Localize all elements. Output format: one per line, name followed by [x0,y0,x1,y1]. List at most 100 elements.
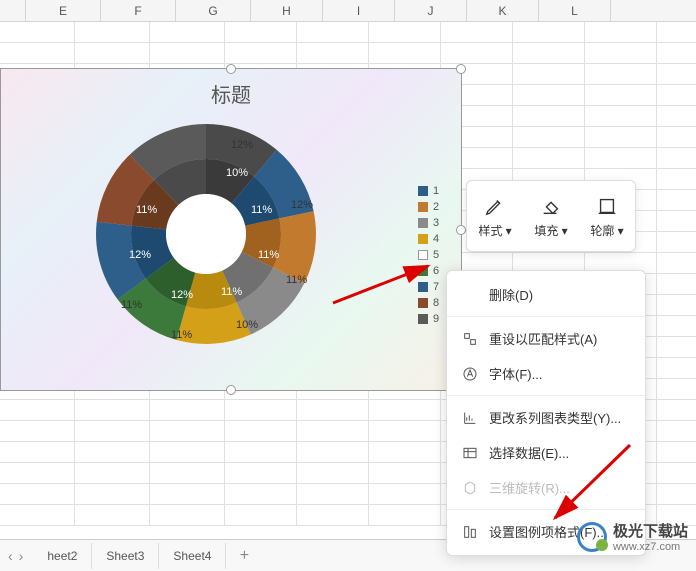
menu-reset-style[interactable]: 重设以匹配样式(A) [447,321,645,356]
grid-cell[interactable] [75,421,150,441]
grid-cell[interactable] [75,505,150,525]
legend-item[interactable]: 9 [418,313,439,325]
legend-item[interactable]: 1 [418,185,439,197]
grid-cell[interactable] [150,505,225,525]
legend-item[interactable]: 8 [418,297,439,309]
grid-cell[interactable] [225,484,297,504]
grid-cell[interactable] [513,148,585,168]
grid-cell[interactable] [369,22,441,42]
grid-cell[interactable] [225,442,297,462]
grid-cell[interactable] [0,463,75,483]
col-header-f[interactable]: F [101,0,176,21]
grid-cell[interactable] [585,148,657,168]
add-sheet-button[interactable]: + [234,546,254,566]
grid-cell[interactable] [150,463,225,483]
grid-cell[interactable] [513,85,585,105]
grid-cell[interactable] [0,22,75,42]
grid-cell[interactable] [297,484,369,504]
tab-nav-left-icon[interactable]: ‹ [8,548,13,564]
grid-cell[interactable] [0,421,75,441]
grid-cell[interactable] [297,400,369,420]
outline-button[interactable]: 轮廓 ▾ [590,194,623,239]
chart-object[interactable]: 标题 [0,68,462,391]
grid-cell[interactable] [297,463,369,483]
col-header-j[interactable]: J [395,0,467,21]
grid-cell[interactable] [297,442,369,462]
menu-font[interactable]: 字体(F)... [447,356,645,391]
grid-cell[interactable] [150,484,225,504]
grid-cell[interactable] [225,400,297,420]
grid-cell[interactable] [225,505,297,525]
grid-cell[interactable] [75,22,150,42]
sheet-tab[interactable]: heet2 [33,543,92,569]
grid-cell[interactable] [369,484,441,504]
grid-cell[interactable] [369,43,441,63]
grid-cell[interactable] [75,463,150,483]
grid-cell[interactable] [441,43,513,63]
grid-cell[interactable] [75,442,150,462]
grid-cell[interactable] [225,463,297,483]
resize-handle-tr[interactable] [456,64,466,74]
legend-item[interactable]: 2 [418,201,439,213]
legend-item[interactable]: 3 [418,217,439,229]
grid-cell[interactable] [441,22,513,42]
legend-item[interactable]: 4 [418,233,439,245]
resize-handle-top[interactable] [226,64,236,74]
grid-cell[interactable] [75,484,150,504]
sheet-tab[interactable]: Sheet3 [92,543,159,569]
grid-cell[interactable] [225,43,297,63]
legend-item[interactable]: 5 [418,249,439,261]
grid-cell[interactable] [369,421,441,441]
grid-cell[interactable] [297,43,369,63]
style-button[interactable]: 样式 ▾ [478,194,511,239]
grid-cell[interactable] [75,43,150,63]
grid-cell[interactable] [513,43,585,63]
grid-cell[interactable] [369,505,441,525]
menu-select-data[interactable]: 选择数据(E)... [447,435,645,470]
grid-cell[interactable] [150,400,225,420]
grid-cell[interactable] [513,127,585,147]
resize-handle-bottom[interactable] [226,385,236,395]
col-header-e[interactable]: E [26,0,101,21]
grid-cell[interactable] [0,43,75,63]
grid-cell[interactable] [585,43,657,63]
grid-cell[interactable] [150,421,225,441]
grid-cell[interactable] [225,421,297,441]
chart-legend[interactable]: 123456789 (function(){ const d = JSON.pa… [418,185,439,329]
grid-cell[interactable] [369,463,441,483]
menu-delete[interactable]: 删除(D) [447,277,645,312]
sheet-tab[interactable]: Sheet4 [159,543,226,569]
grid-cell[interactable] [297,22,369,42]
chart-title[interactable]: 标题 [1,69,461,108]
grid-cell[interactable] [225,22,297,42]
grid-cell[interactable] [150,43,225,63]
donut-chart[interactable]: 12% 10% 11% 12% 11% 11% 11% 10% 12% 11% … [91,119,321,349]
tab-nav-right-icon[interactable]: › [19,548,24,564]
grid-cell[interactable] [369,442,441,462]
grid-cell[interactable] [513,22,585,42]
grid-cell[interactable] [297,421,369,441]
grid-cell[interactable] [0,442,75,462]
grid-cell[interactable] [369,400,441,420]
grid-cell[interactable] [150,22,225,42]
grid-cell[interactable] [585,64,657,84]
col-header-i[interactable]: I [323,0,395,21]
grid-cell[interactable] [585,85,657,105]
legend-item[interactable]: 7 [418,281,439,293]
grid-cell[interactable] [0,505,75,525]
grid-cell[interactable] [585,22,657,42]
grid-cell[interactable] [585,106,657,126]
col-header-l[interactable]: L [539,0,611,21]
grid-cell[interactable] [513,64,585,84]
fill-button[interactable]: 填充 ▾ [534,194,567,239]
grid-cell[interactable] [150,442,225,462]
grid-cell[interactable] [75,400,150,420]
col-header-k[interactable]: K [467,0,539,21]
grid-cell[interactable] [585,127,657,147]
grid-cell[interactable] [297,505,369,525]
grid-cell[interactable] [0,400,75,420]
col-header-g[interactable]: G [176,0,251,21]
resize-handle-right[interactable] [456,225,466,235]
legend-item[interactable]: 6 [418,265,439,277]
menu-change-chart-type[interactable]: 更改系列图表类型(Y)... [447,400,645,435]
